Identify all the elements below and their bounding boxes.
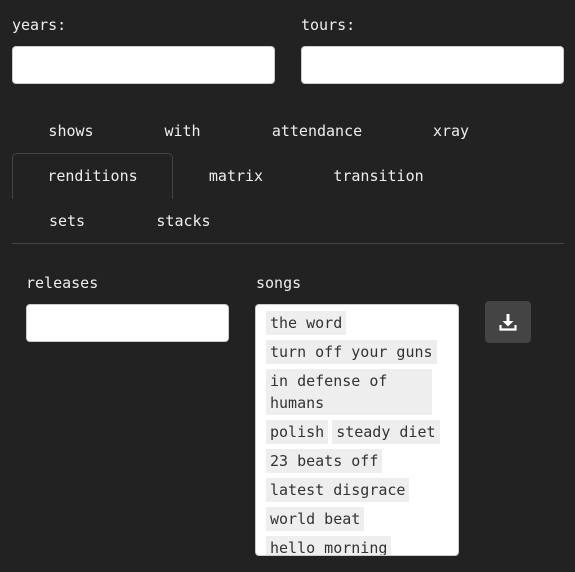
song-option[interactable]: the word [266,311,347,335]
tab-sets[interactable]: sets [36,199,98,243]
tab-stacks[interactable]: stacks [146,199,221,243]
song-option[interactable]: hello morning [266,536,392,555]
years-label: years: [12,16,67,34]
tours-label: tours: [301,16,356,34]
download-icon [499,314,517,331]
song-option[interactable]: in defense of humans [266,369,432,415]
releases-label: releases [26,274,99,292]
tab-with[interactable]: with [150,109,215,153]
songs-select[interactable]: the word turn off your guns in defense o… [255,304,459,556]
releases-input[interactable] [26,304,229,342]
song-option[interactable]: turn off your guns [266,340,437,364]
song-option[interactable]: world beat [266,507,365,531]
tab-transition[interactable]: transition [322,154,435,198]
tab-shows[interactable]: shows [36,109,106,153]
years-input[interactable] [12,46,275,84]
tab-renditions[interactable]: renditions [12,153,173,199]
tours-input[interactable] [301,46,564,84]
song-option[interactable]: polish [266,420,329,444]
songs-label: songs [256,274,302,292]
song-option[interactable]: latest disgrace [266,478,410,502]
tab-divider [12,243,564,244]
song-option[interactable]: 23 beats off [266,449,383,473]
song-option[interactable]: steady diet [332,420,440,444]
tab-attendance[interactable]: attendance [262,109,372,153]
tab-matrix[interactable]: matrix [196,154,276,198]
download-button[interactable] [485,301,531,343]
tab-xray[interactable]: xray [420,109,482,153]
